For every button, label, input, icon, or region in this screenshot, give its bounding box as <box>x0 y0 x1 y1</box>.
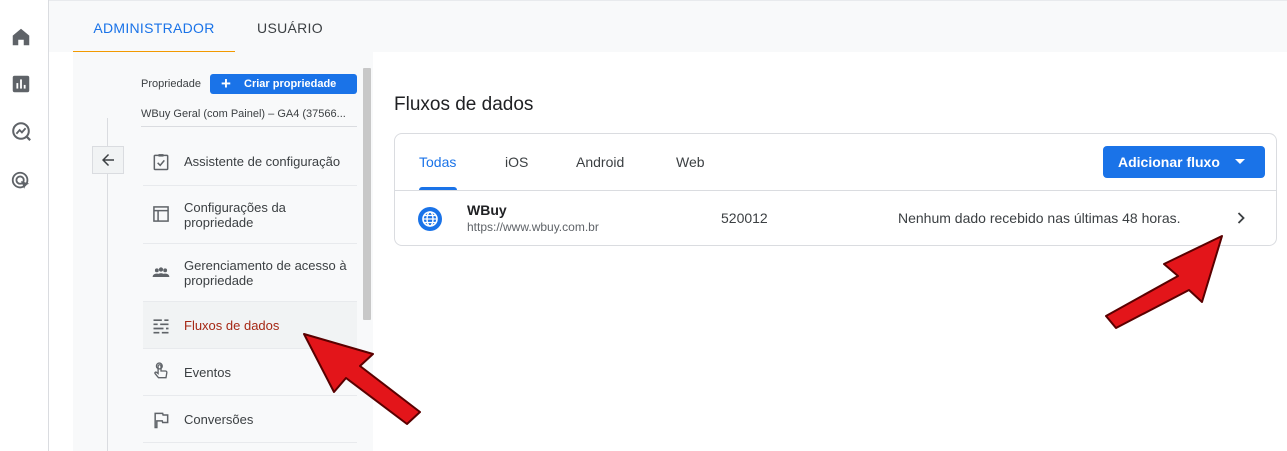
stream-name: WBuy <box>467 202 507 218</box>
explore-icon[interactable] <box>10 120 32 142</box>
reports-icon[interactable] <box>10 73 32 95</box>
flag-icon <box>151 410 171 430</box>
create-property-label: Criar propriedade <box>244 78 337 90</box>
tab-ios[interactable]: iOS <box>505 134 528 190</box>
menu-scrollbar[interactable] <box>363 68 371 320</box>
tab-android[interactable]: Android <box>576 134 624 190</box>
menu-item-label: Configurações da propriedade <box>184 200 286 230</box>
divider <box>395 190 1276 191</box>
touch-icon <box>151 361 171 381</box>
left-nav-rail <box>0 0 49 451</box>
caret-down-icon <box>1235 159 1245 164</box>
page-title: Fluxos de dados <box>394 94 534 115</box>
layout-icon <box>151 204 171 224</box>
admin-top-tabs: ADMINISTRADOR USUÁRIO <box>49 0 1287 53</box>
property-label: Propriedade <box>141 78 201 90</box>
tab-web[interactable]: Web <box>676 134 705 190</box>
menu-item-property-settings[interactable]: Configurações da propriedade <box>143 186 357 244</box>
tab-administrador[interactable]: ADMINISTRADOR <box>73 1 235 53</box>
people-icon <box>151 262 171 282</box>
tab-usuario[interactable]: USUÁRIO <box>245 1 335 53</box>
menu-item-setup-assistant[interactable]: Assistente de configuração <box>143 138 357 186</box>
add-stream-button[interactable]: Adicionar fluxo <box>1103 146 1265 178</box>
stream-url: https://www.wbuy.com.br <box>467 220 599 234</box>
checklist-icon <box>151 152 171 172</box>
property-name-dropdown[interactable]: WBuy Geral (com Painel) – GA4 (37566... <box>141 108 357 120</box>
chevron-right-icon[interactable] <box>1231 208 1251 228</box>
menu-item-access-management[interactable]: Gerenciamento de acesso à propriedade <box>143 244 357 302</box>
data-streams-icon <box>151 316 171 336</box>
home-icon[interactable] <box>10 26 32 48</box>
menu-item-label: Assistente de configuração <box>184 154 341 169</box>
back-button[interactable] <box>92 146 124 174</box>
divider <box>141 126 357 127</box>
add-stream-label: Adicionar fluxo <box>1118 154 1220 170</box>
annotation-arrow-right-icon <box>1105 235 1223 329</box>
annotation-arrow-left-icon <box>303 333 421 425</box>
menu-item-label: Gerenciamento de acesso à propriedade <box>184 258 347 288</box>
tab-all[interactable]: Todas <box>419 134 457 190</box>
stream-id: 520012 <box>721 210 768 226</box>
create-property-button[interactable]: + Criar propriedade <box>210 74 357 94</box>
advertising-icon[interactable] <box>10 170 32 192</box>
arrow-left-icon <box>102 154 114 166</box>
plus-icon: + <box>221 74 231 93</box>
stream-status: Nenhum dado recebido nas últimas 48 hora… <box>898 210 1181 226</box>
web-globe-icon <box>418 207 442 231</box>
